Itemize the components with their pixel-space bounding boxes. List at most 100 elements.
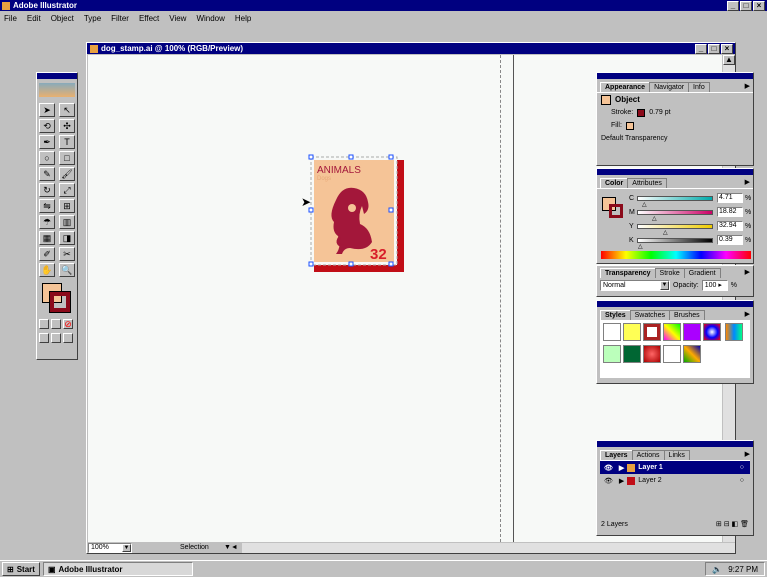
style-swatch[interactable] (663, 345, 681, 363)
none-button[interactable]: ⊘ (63, 319, 73, 329)
standard-screen-icon[interactable] (39, 333, 49, 343)
opacity-input[interactable]: 100 ▸ (701, 280, 728, 291)
panel-menu-icon[interactable]: ▶ (745, 82, 750, 92)
menu-type[interactable]: Type (84, 14, 101, 23)
menu-filter[interactable]: Filter (111, 14, 129, 23)
hand-tool-icon[interactable]: ✋ (39, 263, 55, 277)
tab-links[interactable]: Links (663, 450, 690, 460)
tab-navigator[interactable]: Navigator (649, 82, 690, 92)
mesh-tool-icon[interactable]: ▦ (39, 231, 55, 245)
target-icon[interactable]: ○ (740, 464, 744, 471)
slider-handle-icon[interactable]: △ (663, 229, 668, 236)
scissors-tool-icon[interactable]: ✂ (59, 247, 75, 261)
channel-slider[interactable]: △ (637, 195, 713, 208)
rectangle-tool-icon[interactable]: □ (59, 151, 75, 165)
slider-handle-icon[interactable]: △ (638, 243, 643, 250)
gradient-button[interactable] (51, 319, 61, 329)
pen-tool-icon[interactable]: ✒ (39, 135, 55, 149)
channel-value-input[interactable]: 18.82 (717, 207, 743, 217)
tab-layers[interactable]: Layers (600, 450, 633, 460)
panel-menu-icon[interactable]: ▶ (745, 310, 750, 320)
tab-swatches[interactable]: Swatches (629, 310, 670, 320)
blend-mode-select[interactable]: Normal ▼ (600, 280, 670, 291)
tab-appearance[interactable]: Appearance (600, 82, 651, 92)
channel-slider[interactable]: △ (637, 209, 713, 222)
style-swatch[interactable] (603, 323, 621, 341)
type-tool-icon[interactable]: T (59, 135, 75, 149)
symbol-tool-icon[interactable]: ☂ (39, 215, 55, 229)
style-swatch[interactable] (725, 323, 744, 341)
menu-window[interactable]: Window (196, 14, 224, 23)
warp-tool-icon[interactable]: ⟲ (39, 119, 55, 133)
style-swatch[interactable] (643, 345, 661, 363)
panel-menu-icon[interactable]: ▶ (745, 268, 750, 278)
free-transform-tool-icon[interactable]: ⊞ (59, 199, 75, 213)
appearance-object-row[interactable]: Object (597, 93, 753, 106)
channel-slider[interactable]: △ (637, 237, 713, 250)
status-menu-icon[interactable]: ▼◄ (224, 544, 238, 551)
reflect-tool-icon[interactable]: ⇋ (39, 199, 55, 213)
rotate-tool-icon[interactable]: ↻ (39, 183, 55, 197)
doc-minimize-button[interactable]: _ (695, 43, 707, 54)
menu-effect[interactable]: Effect (139, 14, 159, 23)
scale-tool-icon[interactable]: ⤢ (59, 183, 75, 197)
dog-stamp[interactable]: ANIMALS Dogs 32 (306, 152, 406, 274)
taskbar-app-button[interactable]: ▣ Adobe Illustrator (42, 562, 193, 576)
color-button[interactable] (39, 319, 49, 329)
menu-view[interactable]: View (169, 14, 186, 23)
color-spectrum-bar[interactable] (601, 251, 751, 259)
ellipse-tool-icon[interactable]: ○ (39, 151, 55, 165)
target-icon[interactable]: ○ (740, 477, 744, 484)
appearance-fill-row[interactable]: Fill: (597, 119, 753, 132)
eyedropper-tool-icon[interactable]: ✐ (39, 247, 55, 261)
speaker-icon[interactable]: 🔈 (712, 565, 722, 574)
doc-maximize-button[interactable]: □ (708, 43, 720, 54)
layer-row-1[interactable]: 👁 ▶ Layer 1 ○ (600, 461, 750, 474)
graph-tool-icon[interactable]: ▥ (59, 215, 75, 229)
tab-transparency[interactable]: Transparency (600, 268, 656, 278)
tab-info[interactable]: Info (688, 82, 710, 92)
color-stroke-swatch[interactable] (609, 204, 623, 218)
minimize-button[interactable]: _ (727, 0, 739, 11)
expand-icon[interactable]: ▶ (619, 477, 624, 485)
eye-icon[interactable]: 👁 (604, 477, 613, 485)
zoom-field[interactable]: 100% ▼ (88, 542, 132, 553)
zoom-tool-icon[interactable]: 🔍 (59, 263, 75, 277)
horizontal-scrollbar[interactable] (241, 542, 735, 553)
start-button[interactable]: ⊞ Start (2, 562, 40, 576)
selection-tool-icon[interactable]: ➤ (39, 103, 55, 117)
layer-row-2[interactable]: 👁 ▶ Layer 2 ○ (600, 474, 750, 487)
blend-dropdown-icon[interactable]: ▼ (660, 281, 669, 290)
style-swatch[interactable] (683, 323, 701, 341)
panel-menu-icon[interactable]: ▶ (745, 178, 750, 188)
menu-edit[interactable]: Edit (27, 14, 41, 23)
tab-styles[interactable]: Styles (600, 310, 631, 320)
slider-handle-icon[interactable]: △ (642, 201, 647, 208)
brush-tool-icon[interactable]: 🖌 (59, 167, 75, 181)
tab-attributes[interactable]: Attributes (627, 178, 667, 188)
close-button[interactable]: × (753, 0, 765, 11)
doc-close-button[interactable]: × (721, 43, 733, 54)
channel-value-input[interactable]: 32.94 (717, 221, 743, 231)
full-screen-icon[interactable] (63, 333, 73, 343)
scroll-up-button[interactable]: ▲ (723, 55, 735, 65)
full-screen-menu-icon[interactable] (51, 333, 61, 343)
eye-icon[interactable]: 👁 (604, 464, 613, 472)
expand-icon[interactable]: ▶ (619, 464, 624, 472)
style-swatch[interactable] (603, 345, 621, 363)
slider-handle-icon[interactable]: △ (652, 215, 657, 222)
tab-gradient[interactable]: Gradient (683, 268, 721, 278)
menu-object[interactable]: Object (51, 14, 74, 23)
toolbox-title-bar[interactable] (37, 73, 77, 79)
style-swatch[interactable] (683, 345, 701, 363)
channel-value-input[interactable]: 4.71 (717, 193, 743, 203)
fill-stroke-swatches[interactable] (40, 283, 74, 313)
tab-stroke[interactable]: Stroke (654, 268, 685, 278)
layer-options-icons[interactable]: ⊞ ⊟ ◧ 🗑 (716, 520, 749, 528)
zoom-dropdown-icon[interactable]: ▼ (122, 543, 131, 552)
menu-help[interactable]: Help (235, 14, 251, 23)
appearance-stroke-row[interactable]: Stroke: 0.79 pt (597, 106, 753, 119)
direct-select-tool-icon[interactable]: ↖ (59, 103, 75, 117)
style-swatch[interactable] (643, 323, 661, 341)
tab-actions[interactable]: Actions (631, 450, 665, 460)
